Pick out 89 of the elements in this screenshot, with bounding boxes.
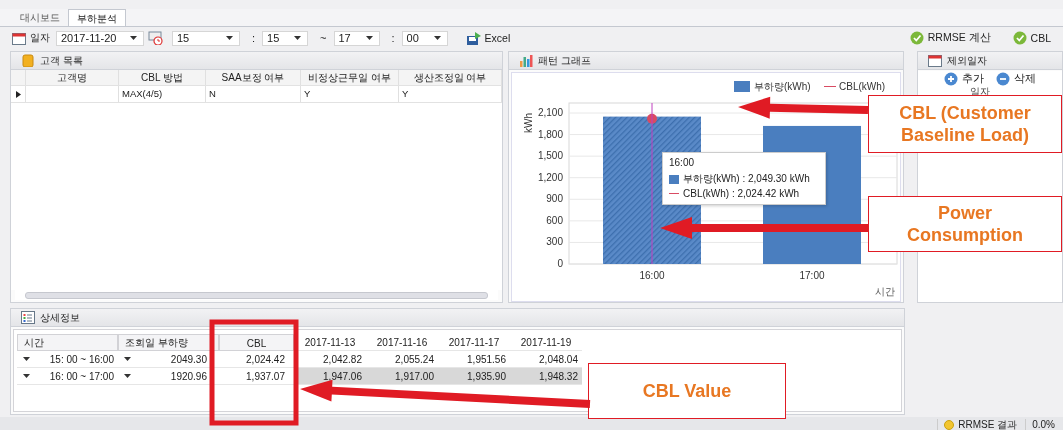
caret-icon	[124, 357, 131, 361]
check-icon	[1012, 31, 1027, 45]
axis-tick-label: 2,100	[537, 107, 563, 118]
bulb-icon	[944, 419, 955, 430]
caret-icon	[23, 374, 30, 378]
column-header[interactable]: 2017-11-17	[438, 334, 510, 351]
tab[interactable]: 부하분석	[68, 9, 126, 26]
data-point[interactable]	[647, 113, 657, 124]
table-cell: N	[206, 86, 301, 102]
column-header[interactable]: 고객명	[26, 70, 119, 85]
callout-label: Power Consumption	[868, 196, 1062, 252]
caret-icon	[433, 36, 441, 40]
dropdown[interactable]: 17	[333, 30, 380, 46]
dropdown[interactable]: 15	[262, 30, 309, 46]
legend-swatch	[669, 174, 679, 184]
caret-icon	[294, 36, 302, 40]
clock-icon	[148, 31, 164, 45]
caret-icon	[365, 36, 373, 40]
add-button[interactable]: 추가	[940, 72, 988, 86]
tab[interactable]: 대시보드	[12, 9, 68, 26]
panel-title: 패턴 그래프	[538, 53, 591, 68]
status-item: RRMSE 결과	[937, 419, 1026, 430]
axis-tick-label: 900	[546, 193, 563, 205]
tree-cell[interactable]: 2049.30	[118, 351, 219, 368]
column-header[interactable]: 시간	[17, 334, 118, 351]
axis-tick-label: 17:00	[799, 270, 825, 281]
panel-title: 제외일자	[947, 53, 987, 68]
separator-text: :	[391, 32, 395, 44]
list-icon	[21, 311, 35, 324]
tooltip-title: 16:00	[669, 157, 696, 168]
caret-icon	[23, 357, 30, 361]
date-label: 일자	[30, 31, 50, 45]
folder-icon	[21, 54, 35, 67]
axis-tick-label: 1,800	[537, 128, 563, 140]
tooltip-text: 부하량(kWh) : 2,049.30 kWh	[683, 172, 810, 186]
axis-tick-label: 600	[546, 214, 563, 226]
check-icon	[909, 31, 924, 45]
callout-label: CBL (Customer Baseline Load)	[868, 95, 1062, 153]
caret-icon	[124, 374, 131, 378]
axis-tick-label: 0	[557, 258, 563, 269]
column-header[interactable]: SAA보정 여부	[206, 70, 301, 85]
axis-tick-label: 1,200	[537, 171, 563, 183]
remove-button[interactable]: 삭제	[992, 72, 1040, 86]
axis-title: kWh	[523, 113, 534, 133]
column-header[interactable]: 2017-11-19	[510, 334, 582, 351]
tree-cell[interactable]: 16: 00 ~ 17:00	[17, 368, 118, 385]
column-header[interactable]: 비정상근무일 여부	[301, 70, 399, 85]
calendar-icon	[928, 54, 942, 67]
table-cell: 2,024.42	[219, 351, 294, 368]
toolbar-button[interactable]: CBL	[1008, 31, 1055, 45]
tree-cell[interactable]: 1920.96	[118, 368, 219, 385]
column-header[interactable]: CBL 방법	[119, 70, 206, 85]
panel-title: 상세정보	[40, 310, 80, 325]
excel-button[interactable]: Excel	[461, 31, 515, 45]
dropdown[interactable]: 15	[172, 30, 240, 46]
scrollbar[interactable]	[15, 290, 498, 300]
separator-text: ~	[320, 32, 327, 44]
axis-tick-label: 300	[546, 236, 563, 248]
column-header[interactable]: 2017-11-13	[294, 334, 366, 351]
column-header[interactable]: 2017-11-16	[366, 334, 438, 351]
save-icon	[465, 31, 481, 45]
callout-label: CBL Value	[588, 363, 786, 419]
status-item: 0.0%	[1025, 419, 1063, 430]
table-cell: 1,935.90	[438, 368, 510, 385]
calendar-icon	[12, 31, 26, 45]
caret-icon	[226, 36, 233, 40]
separator-text: :	[252, 32, 256, 44]
axis-tick-label: 1,500	[537, 150, 563, 162]
toolbar-button[interactable]: RRMSE 계산	[905, 31, 995, 45]
table-cell: 1,937.07	[219, 368, 294, 385]
column-header[interactable]: CBL	[219, 334, 294, 351]
table-cell: Y	[399, 86, 502, 102]
tree-cell[interactable]: 15: 00 ~ 16:00	[17, 351, 118, 368]
axis-tick-label: 16:00	[639, 270, 665, 281]
axis-title: 시간	[875, 286, 895, 297]
caret-icon	[130, 36, 137, 40]
tooltip-text: CBL(kWh) : 2,024.42 kWh	[683, 187, 800, 199]
dropdown[interactable]: 2017-11-20	[56, 30, 144, 46]
column-header[interactable]: 생산조정일 여부	[399, 70, 502, 85]
column-header[interactable]: 조회일 부하량	[118, 334, 219, 351]
legend-label: 부하량(kWh)	[754, 81, 811, 92]
bar-chart-icon	[519, 54, 533, 67]
legend-label: CBL(kWh)	[839, 81, 886, 92]
table-cell: Y	[301, 86, 399, 102]
table-cell: 1,948.32	[510, 368, 582, 385]
panel-title: 고객 목록	[40, 53, 83, 68]
dropdown[interactable]: 00	[401, 30, 448, 46]
table-cell: 1,917.00	[366, 368, 438, 385]
table-cell: MAX(4/5)	[119, 86, 206, 102]
